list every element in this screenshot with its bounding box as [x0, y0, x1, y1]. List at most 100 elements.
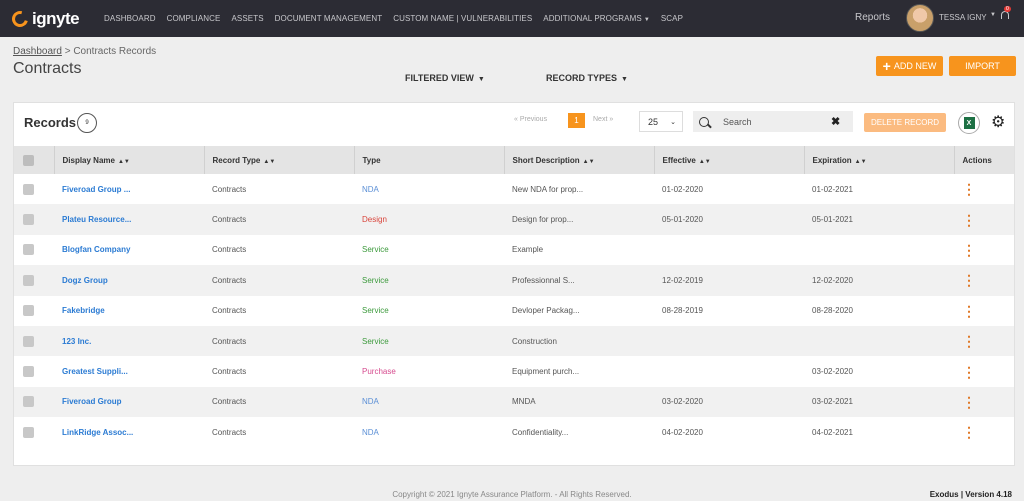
column-header-expiration[interactable]: Expiration ▲▼: [804, 146, 955, 174]
type-label: NDA: [362, 427, 379, 437]
actions-cell: ⋮: [954, 265, 1014, 296]
user-name[interactable]: TESSA IGNY: [939, 13, 987, 22]
pagination-next[interactable]: Next »: [593, 116, 613, 123]
table-row[interactable]: Plateu Resource... Contracts Design Design …: [14, 204, 1014, 235]
close-icon[interactable]: ✖: [831, 115, 840, 128]
table-row[interactable]: Blogfan Company Contracts Service Example ⋮: [14, 235, 1014, 265]
row-checkbox[interactable]: [23, 396, 34, 408]
expiration-cell: [804, 235, 954, 265]
row-checkbox[interactable]: [23, 305, 34, 317]
display-name-cell: Dogz Group: [54, 265, 204, 296]
record-name-link[interactable]: Plateu Resource...: [62, 215, 131, 224]
gear-icon[interactable]: ⚙: [991, 115, 1005, 131]
import-button[interactable]: IMPORT: [949, 56, 1016, 76]
table-row[interactable]: LinkRidge Assoc... Contracts NDA Confidenti…: [14, 417, 1014, 447]
records-panel: Records 9 « Previous 1 Next » 25 ⌄ ✖ DEL…: [13, 102, 1015, 466]
nav-item-custom-name-vulnerabilities[interactable]: CUSTOM NAME | VULNERABILITIES: [393, 14, 532, 23]
record-types-dropdown[interactable]: RECORD TYPES ▼: [546, 73, 628, 83]
nav-item-additional-programs[interactable]: ADDITIONAL PROGRAMS ▼: [543, 14, 650, 23]
column-header-record-type[interactable]: Record Type ▲▼: [204, 146, 355, 174]
row-select-cell: [14, 235, 54, 265]
pagination-current-page[interactable]: 1: [568, 113, 585, 128]
type-label: Purchase: [362, 367, 396, 377]
record-name-link[interactable]: Blogfan Company: [62, 245, 130, 254]
pagination-previous[interactable]: « Previous: [514, 116, 547, 123]
kebab-menu-icon[interactable]: ⋮: [962, 242, 976, 258]
row-checkbox[interactable]: [23, 426, 34, 438]
row-checkbox[interactable]: [23, 335, 34, 347]
breadcrumb-dashboard-link[interactable]: Dashboard: [13, 46, 62, 57]
table-row[interactable]: 123 Inc. Contracts Service Construction ⋮: [14, 325, 1014, 357]
row-checkbox[interactable]: [23, 274, 34, 286]
nav-item-document-management[interactable]: DOCUMENT MANAGEMENT: [275, 14, 383, 23]
record-type-cell: Contracts: [212, 184, 247, 194]
effective-cell: [654, 235, 804, 265]
record-name-link[interactable]: Greatest Suppli...: [62, 367, 128, 376]
nav-item-compliance[interactable]: COMPLIANCE: [167, 14, 221, 23]
kebab-menu-icon[interactable]: ⋮: [962, 394, 976, 410]
record-name-link[interactable]: Fiveroad Group: [62, 397, 122, 406]
kebab-menu-icon[interactable]: ⋮: [962, 212, 976, 228]
type-cell: Service: [354, 265, 504, 296]
column-header-effective[interactable]: Effective ▲▼: [654, 146, 805, 174]
select-all-checkbox[interactable]: [23, 154, 34, 166]
chevron-down-icon[interactable]: ▼: [990, 12, 996, 18]
column-label: Actions: [962, 155, 992, 165]
logo-icon: [9, 7, 31, 30]
record-name-link[interactable]: Fakebridge: [62, 306, 105, 315]
kebab-menu-icon[interactable]: ⋮: [962, 364, 976, 380]
column-header-type[interactable]: Type: [354, 146, 505, 174]
avatar[interactable]: [906, 4, 934, 32]
table-row[interactable]: Fiveroad Group ... Contracts NDA New NDA fo…: [14, 174, 1014, 204]
table-row[interactable]: Fakebridge Contracts Service Devloper Packa…: [14, 296, 1014, 326]
effective-cell: [654, 356, 804, 386]
kebab-menu-icon[interactable]: ⋮: [962, 424, 976, 440]
logo-text: ignyte: [32, 8, 80, 28]
record-name-link[interactable]: Dogz Group: [62, 276, 108, 285]
expiration-cell: 05-01-2021: [804, 204, 954, 235]
row-select-cell: [14, 356, 54, 386]
row-select-cell: [14, 174, 54, 204]
app-logo[interactable]: ignyte: [9, 7, 94, 30]
column-header-short-description[interactable]: Short Description ▲▼: [504, 146, 655, 174]
table-row[interactable]: Fiveroad Group Contracts NDA MNDA 03-02-2020…: [14, 386, 1014, 418]
effective-cell: [654, 325, 804, 357]
nav-item-label: DASHBOARD: [104, 14, 156, 23]
kebab-menu-icon[interactable]: ⋮: [962, 303, 976, 319]
previous-label: Previous: [519, 116, 548, 123]
nav-item-scap[interactable]: SCAP: [661, 14, 683, 23]
add-new-button[interactable]: + ADD NEW: [876, 56, 943, 76]
row-checkbox[interactable]: [23, 214, 34, 226]
sort-icon: ▲▼: [263, 158, 276, 165]
table-row[interactable]: Dogz Group Contracts Service Professionnal …: [14, 265, 1014, 296]
filtered-view-dropdown[interactable]: FILTERED VIEW ▼: [405, 73, 485, 83]
search-input[interactable]: [723, 116, 831, 127]
kebab-menu-icon[interactable]: ⋮: [962, 272, 976, 288]
kebab-menu-icon[interactable]: ⋮: [962, 181, 976, 197]
nav-item-assets[interactable]: ASSETS: [231, 14, 263, 23]
row-checkbox[interactable]: [23, 183, 34, 195]
bell-icon[interactable]: 0: [999, 6, 1011, 22]
records-table: Display Name ▲▼ Record Type ▲▼ Type Short …: [14, 146, 1014, 448]
short-description-cell: Design for prop...: [504, 204, 654, 235]
nav-item-dashboard[interactable]: DASHBOARD: [104, 14, 156, 23]
actions-cell: ⋮: [954, 174, 1014, 204]
type-label: Service: [362, 336, 389, 346]
record-name-link[interactable]: 123 Inc.: [62, 337, 91, 346]
column-header-display-name[interactable]: Display Name ▲▼: [54, 146, 205, 174]
row-checkbox[interactable]: [23, 244, 34, 256]
record-type-cell: Contracts: [212, 245, 247, 255]
record-name-link[interactable]: LinkRidge Assoc...: [62, 428, 133, 437]
record-name-link[interactable]: Fiveroad Group ...: [62, 185, 130, 194]
excel-export-icon[interactable]: X: [958, 112, 980, 134]
table-row[interactable]: Greatest Suppli... Contracts Purchase Equip…: [14, 356, 1014, 386]
version-label: Exodus | Version 4.18: [929, 490, 1012, 499]
per-page-select[interactable]: 25 ⌄: [639, 111, 683, 132]
column-label: Effective: [662, 155, 696, 165]
type-cell: NDA: [354, 386, 504, 418]
reports-link[interactable]: Reports: [855, 12, 890, 23]
effective-cell: 03-02-2020: [654, 386, 804, 418]
row-checkbox[interactable]: [23, 366, 34, 378]
kebab-menu-icon[interactable]: ⋮: [962, 333, 976, 349]
delete-record-button[interactable]: DELETE RECORD: [864, 113, 946, 132]
